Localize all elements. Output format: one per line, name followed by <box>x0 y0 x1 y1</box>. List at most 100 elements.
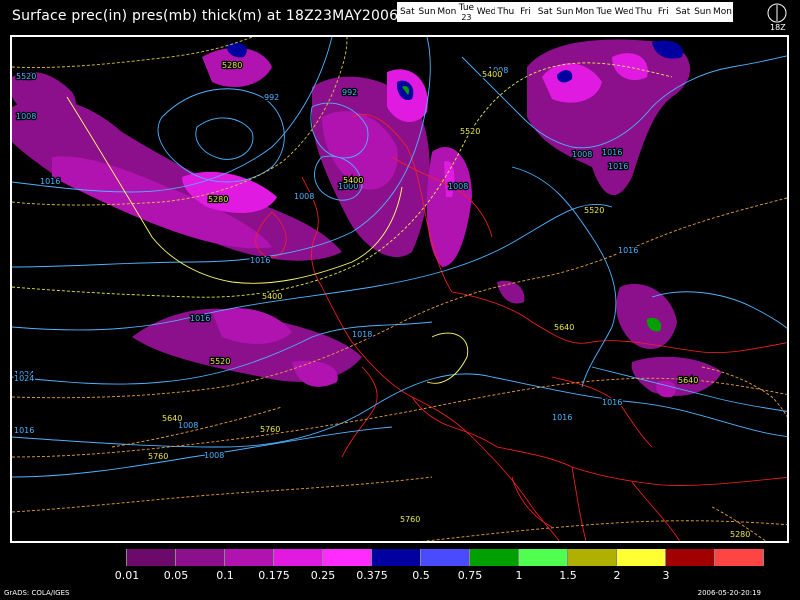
day-button-tue[interactable]: Tue <box>593 2 615 22</box>
legend-label: 0.25 <box>310 569 336 582</box>
day-label: Mon <box>575 7 595 17</box>
footer-timestamp: 2006-05-20-20:19 <box>697 589 761 597</box>
day-button-fri[interactable]: Fri <box>652 2 674 22</box>
legend-label: 0.1 <box>216 569 234 582</box>
legend-label: 0.05 <box>163 569 189 582</box>
clock-icon <box>767 3 787 23</box>
isobar-label: 1008 <box>204 451 224 460</box>
thickness-label: 5400 <box>262 292 282 301</box>
day-label: Wed <box>614 7 635 17</box>
isobar-label: 1016 <box>40 177 60 186</box>
legend-label: 0.175 <box>258 569 290 582</box>
legend-label: 2 <box>613 569 621 582</box>
isobar-label: 1008 <box>572 150 592 159</box>
day-label: Mon <box>713 7 732 17</box>
legend-labels: 0.01 0.05 0.1 0.175 0.25 0.375 0.5 0.75 1 1.5 2 3 <box>0 569 800 583</box>
legend-swatch <box>176 549 225 566</box>
day-button-sat[interactable]: Sat <box>397 2 418 22</box>
day-label: Thu <box>497 7 515 17</box>
day-label: Fri <box>657 7 669 17</box>
day-button-fri[interactable]: Fri <box>515 2 536 22</box>
day-button-thu[interactable]: Thu <box>495 2 517 22</box>
day-label: Mon <box>437 7 457 17</box>
thickness-label: 5640 <box>554 323 574 332</box>
day-button-sat[interactable]: Sat <box>534 2 556 22</box>
legend-swatch <box>127 549 176 566</box>
day-button-wed[interactable]: Wed <box>475 2 497 22</box>
isobar-label: 1016 <box>250 256 270 265</box>
isobar-label: 992 <box>264 93 279 102</box>
legend-label: 1 <box>515 569 523 582</box>
forecast-day-selector[interactable]: Sat Sun Mon Tue 23 Wed Thu Fri Sat Sun Mon Tue Wed Th… <box>397 2 733 24</box>
isobar-label: 1008 <box>16 112 36 121</box>
isobar-label: 1016 <box>602 398 622 407</box>
isobar-label: 1024 <box>14 374 34 383</box>
legend-swatch <box>617 549 666 566</box>
precipitation-legend <box>78 549 764 566</box>
isobar-label: 1008 <box>294 192 314 201</box>
day-label: Thu <box>635 7 653 17</box>
legend-label: 3 <box>662 569 670 582</box>
clock-label: 18Z <box>770 23 786 32</box>
day-label: Sat <box>537 7 553 17</box>
day-date: 23 <box>461 13 472 22</box>
thickness-label: 5520 <box>460 127 480 136</box>
day-label: Sun <box>418 7 436 17</box>
day-button-sun[interactable]: Sun <box>554 2 576 22</box>
isobar-label: 992 <box>342 88 357 97</box>
isobar-label: 1016 <box>14 426 34 435</box>
thickness-label: 5400 <box>482 70 502 79</box>
thickness-label: 5760 <box>148 452 168 461</box>
day-label: Tue <box>596 7 612 17</box>
day-button-mon[interactable]: Mon <box>436 2 458 22</box>
day-label: Sat <box>399 7 415 17</box>
day-label: Wed <box>476 7 497 17</box>
day-button-sat[interactable]: Sat <box>672 2 694 22</box>
day-label: Fri <box>520 7 531 17</box>
day-label: Sat <box>675 7 691 17</box>
legend-swatch <box>421 549 470 566</box>
weather-map-graphic: 5520100810169929921000100810081016101810… <box>12 37 787 541</box>
isobar-label: 1016 <box>602 148 622 157</box>
legend-label: 0.5 <box>412 569 430 582</box>
legend-swatch <box>715 549 764 566</box>
thickness-label: 5520 <box>584 206 604 215</box>
weather-map: 5520 1008 1016 992 992 1000 1008 1008 1016 1018 10… <box>10 35 789 543</box>
footer-credit: GrADS: COLA/IGES <box>4 589 70 597</box>
day-button-thu[interactable]: Thu <box>633 2 654 22</box>
thickness-label: 5280 <box>730 530 750 539</box>
legend-swatch <box>274 549 323 566</box>
day-button-mon[interactable]: Mon <box>712 2 733 22</box>
isobar-label: 5520 <box>16 72 36 81</box>
day-button-tue[interactable]: Tue 23 <box>456 2 477 22</box>
legend-label: 0.75 <box>457 569 483 582</box>
legend-swatch <box>78 549 127 566</box>
thickness-label: 5760 <box>400 515 420 524</box>
isobar-label: 1016 <box>618 246 638 255</box>
legend-label: 0.01 <box>114 569 140 582</box>
day-button-sun[interactable]: Sun <box>692 2 713 22</box>
legend-label: 0.375 <box>356 569 388 582</box>
thickness-label: 5280 <box>222 61 242 70</box>
thickness-label: 5640 <box>162 414 182 423</box>
day-button-wed[interactable]: Wed <box>613 2 635 22</box>
day-label: Tue <box>458 3 475 13</box>
isobar-label: 1016 <box>190 314 210 323</box>
isobar-label: 1018 <box>352 330 372 339</box>
thickness-label: 5640 <box>678 376 698 385</box>
day-button-sun[interactable]: Sun <box>416 2 438 22</box>
day-button-mon[interactable]: Mon <box>574 2 595 22</box>
legend-swatch <box>666 549 715 566</box>
thickness-label: 5760 <box>260 425 280 434</box>
isobar-label: 1008 <box>448 182 468 191</box>
thickness-label: 5520 <box>210 357 230 366</box>
day-label: Sun <box>556 7 574 17</box>
legend-swatch <box>470 549 519 566</box>
isobar-label: 1016 <box>552 413 572 422</box>
legend-swatch <box>568 549 617 566</box>
legend-label: 1.5 <box>559 569 577 582</box>
map-title: Surface prec(in) pres(mb) thick(m) at 18… <box>12 8 399 24</box>
legend-swatch <box>519 549 568 566</box>
precipitation-field <box>12 39 722 398</box>
legend-swatch <box>225 549 274 566</box>
